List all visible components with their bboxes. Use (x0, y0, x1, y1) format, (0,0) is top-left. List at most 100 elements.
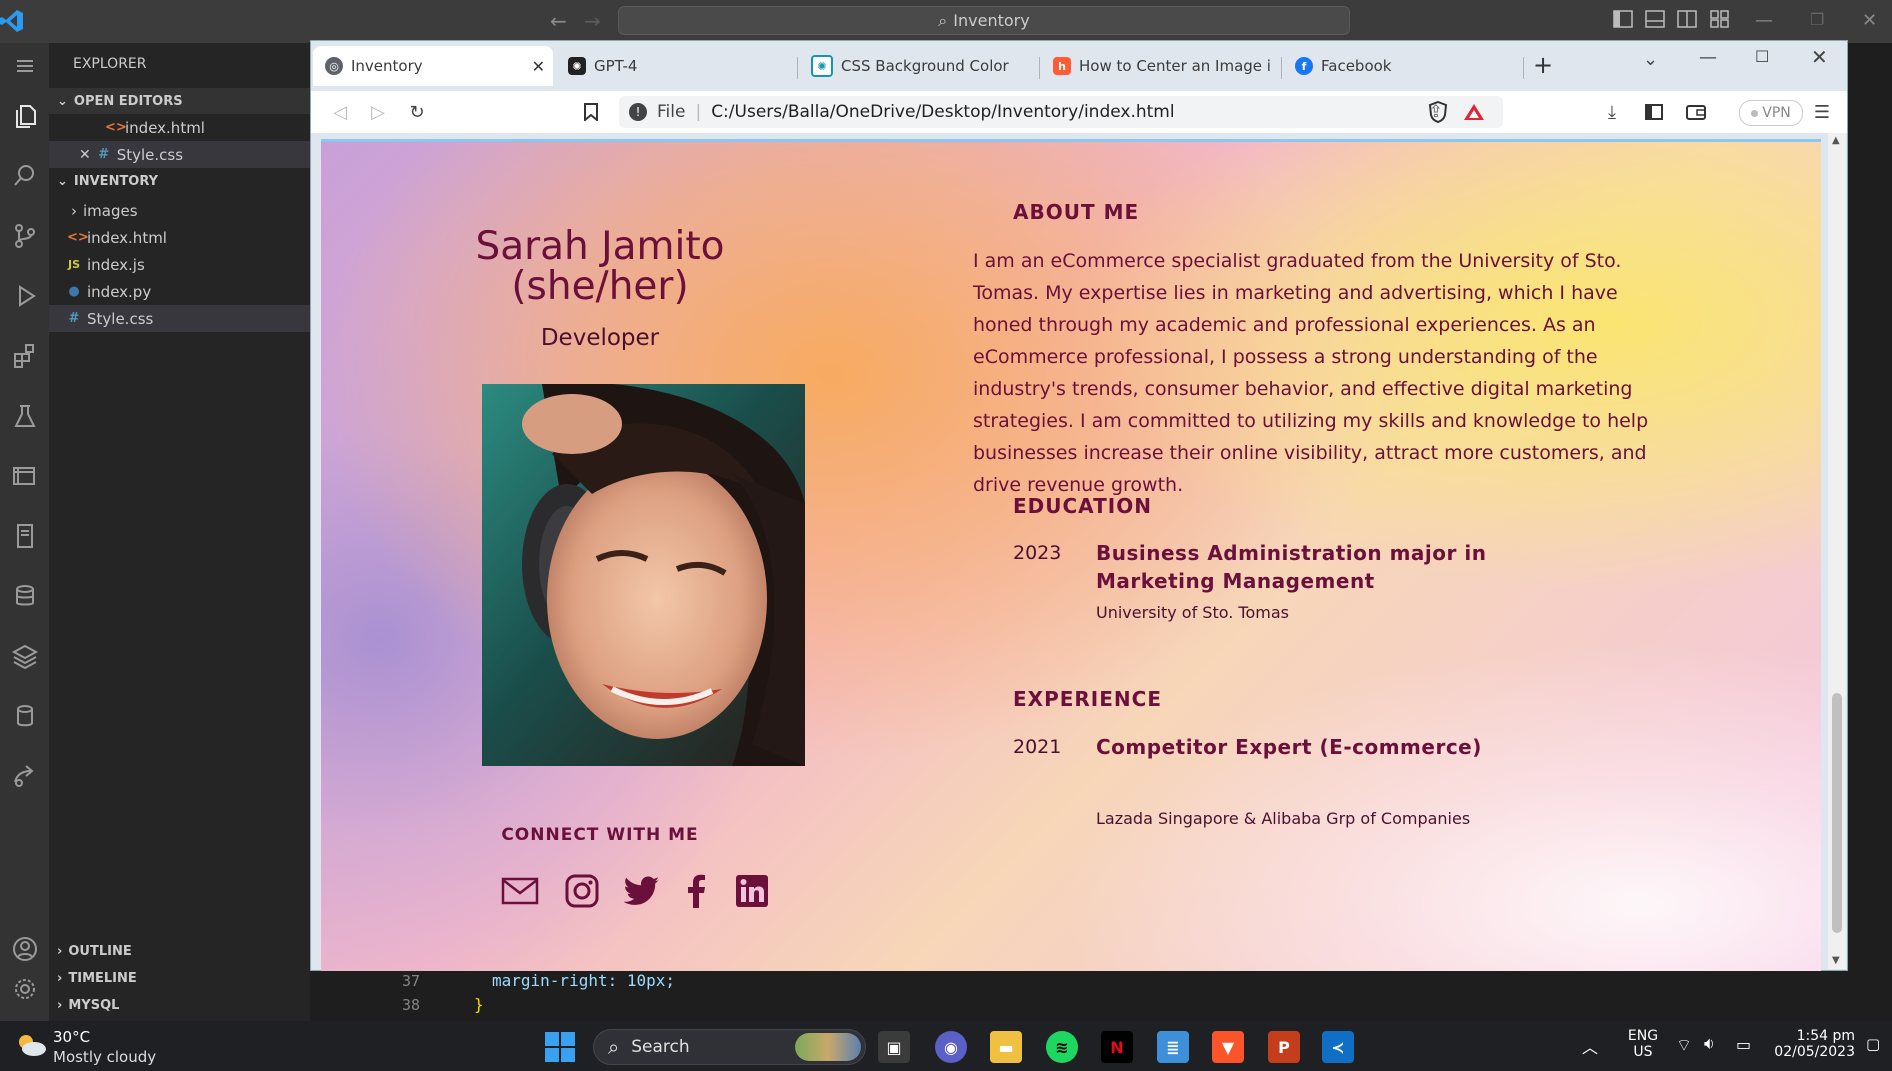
line-number: 37 (401, 972, 420, 990)
remote-explorer-icon[interactable] (0, 456, 49, 496)
powerpoint-icon[interactable]: P (1268, 1031, 1300, 1063)
open-editor-item[interactable]: ✕ # Style.css (49, 141, 310, 168)
volume-icon[interactable]: 🔉︎ (1704, 1034, 1715, 1054)
tree-item-file[interactable]: <> index.html (49, 224, 310, 251)
notebook-icon[interactable] (0, 516, 49, 556)
timeline-section[interactable]: › TIMELINE (49, 965, 310, 992)
address-bar[interactable]: ! File | C:/Users/Balla/OneDrive/Desktop… (619, 96, 1503, 128)
outline-section[interactable]: › OUTLINE (49, 938, 310, 965)
twitter-icon[interactable] (623, 872, 661, 910)
vpn-button[interactable]: VPN (1739, 100, 1803, 126)
clock[interactable]: 1:54 pm 02/05/2023 (1767, 1028, 1855, 1060)
forward-icon[interactable]: ▷ (367, 101, 389, 123)
source-control-icon[interactable] (0, 216, 49, 256)
weather-cloud-icon[interactable] (14, 1031, 48, 1063)
inventory-folder-header[interactable]: ⌄ INVENTORY (49, 168, 310, 194)
tab-gpt4[interactable]: ✺ GPT-4 (556, 46, 796, 86)
command-center-search[interactable]: ⌕ Inventory (618, 6, 1350, 35)
close-window-icon[interactable]: ✕ (1862, 10, 1886, 32)
tab-separator (1039, 57, 1040, 79)
language-indicator[interactable]: ENG US (1625, 1028, 1661, 1060)
brave-browser-icon[interactable]: ▼ (1212, 1031, 1244, 1063)
layers-icon[interactable] (0, 636, 49, 676)
settings-gear-icon[interactable] (0, 969, 49, 1009)
html-icon: <> (105, 120, 127, 135)
close-window-icon[interactable]: ✕ (1811, 45, 1828, 69)
spotify-icon[interactable]: ≋ (1046, 1031, 1078, 1063)
vscode-logo-icon[interactable] (0, 8, 24, 34)
brave-shield-icon[interactable] (1427, 101, 1449, 123)
explorer-files-icon[interactable] (0, 96, 49, 136)
code-line[interactable]: margin-right: 10px; (492, 971, 675, 990)
explorer-title: EXPLORER (73, 56, 147, 72)
brave-rewards-icon[interactable] (1463, 101, 1485, 123)
close-icon[interactable]: ✕ (79, 147, 91, 163)
notification-icon[interactable]: ▢ (1866, 1035, 1880, 1053)
scroll-up-icon[interactable]: ▲ (1832, 135, 1840, 146)
maximize-icon[interactable]: ☐ (1755, 47, 1769, 66)
open-editor-item[interactable]: <> index.html (49, 114, 310, 141)
forward-arrow-icon[interactable]: → (584, 9, 601, 33)
netflix-icon[interactable]: N (1101, 1031, 1133, 1063)
wifi-icon[interactable]: ⌔ (1676, 1035, 1692, 1056)
code-line[interactable]: } (474, 995, 484, 1014)
toggle-secondary-sidebar-icon[interactable] (1677, 10, 1701, 32)
connect-heading: CONNECT WITH ME (501, 825, 699, 845)
tree-item-file[interactable]: # Style.css (49, 305, 310, 332)
back-icon[interactable]: ◁ (329, 101, 351, 123)
instagram-icon[interactable] (563, 872, 601, 910)
downloads-icon[interactable]: ⤓ (1601, 101, 1623, 123)
mail-icon[interactable] (501, 872, 539, 910)
linkedin-icon[interactable] (733, 872, 771, 910)
customize-layout-icon[interactable] (1710, 10, 1734, 32)
tree-item-file[interactable]: JS index.js (49, 251, 310, 278)
minimize-icon[interactable]: — (1755, 10, 1779, 32)
toggle-panel-icon[interactable] (1645, 10, 1669, 32)
portfolio-page: Sarah Jamito (she/her) Developer CONNECT… (321, 139, 1821, 971)
scroll-down-icon[interactable]: ▼ (1832, 955, 1840, 966)
wallet-icon[interactable] (1685, 101, 1707, 123)
tree-item-file[interactable]: ● index.py (49, 278, 310, 305)
tree-item-folder[interactable]: › images (49, 197, 310, 224)
taskbar-search[interactable]: ⌕ Search (593, 1029, 866, 1065)
file-explorer-icon[interactable]: ▬ (990, 1031, 1022, 1063)
windows-start-icon[interactable] (545, 1032, 575, 1066)
reload-icon[interactable]: ↻ (406, 101, 428, 123)
page-scrollbar[interactable]: ▲ ▼ (1828, 133, 1846, 969)
run-debug-icon[interactable] (0, 276, 49, 316)
minimize-icon[interactable]: — (1699, 47, 1717, 68)
tray-chevron-up-icon[interactable]: ︿ (1582, 1034, 1598, 1058)
tab-center-image[interactable]: h How to Center an Image in H (1041, 46, 1281, 86)
tab-css-background[interactable]: ✺ CSS Background Color (799, 46, 1039, 86)
database-icon[interactable] (0, 576, 49, 616)
search-icon[interactable] (0, 156, 49, 196)
extensions-icon[interactable] (0, 336, 49, 376)
teams-chat-icon[interactable]: ◉ (935, 1031, 967, 1063)
open-editors-header[interactable]: ⌄ OPEN EDITORS (49, 88, 310, 114)
close-tab-icon[interactable]: ✕ (532, 57, 545, 76)
account-icon[interactable] (0, 929, 49, 969)
mysql-section[interactable]: › MYSQL (49, 992, 310, 1019)
sidebar-panel-icon[interactable] (1643, 101, 1665, 123)
tab-facebook[interactable]: f Facebook (1283, 46, 1523, 86)
menu-icon[interactable]: ☰ (1811, 101, 1833, 123)
vscode-taskbar-icon[interactable]: ≺ (1322, 1031, 1354, 1063)
new-tab-icon[interactable]: + (1533, 51, 1553, 79)
scrollbar-thumb[interactable] (1832, 693, 1842, 933)
live-share-icon[interactable] (0, 756, 49, 796)
cylinder-icon[interactable] (0, 696, 49, 736)
url-divider: | (695, 102, 702, 122)
tab-search-chevron-icon[interactable]: ⌄ (1643, 49, 1658, 70)
testing-flask-icon[interactable] (0, 396, 49, 436)
notepad-icon[interactable]: ≣ (1157, 1031, 1189, 1063)
task-view-icon[interactable]: ▣ (878, 1031, 910, 1063)
back-arrow-icon[interactable]: ← (550, 9, 567, 33)
battery-icon[interactable]: ▭ (1736, 1035, 1751, 1054)
facebook-icon[interactable] (677, 872, 715, 910)
info-icon[interactable]: ! (629, 103, 647, 121)
toggle-sidebar-icon[interactable] (1613, 10, 1637, 32)
tab-inventory[interactable]: ◎ Inventory ✕ (313, 46, 553, 86)
restore-icon[interactable]: ❐ (1810, 10, 1834, 32)
bookmark-icon[interactable] (580, 101, 602, 123)
menu-icon[interactable] (0, 46, 49, 86)
